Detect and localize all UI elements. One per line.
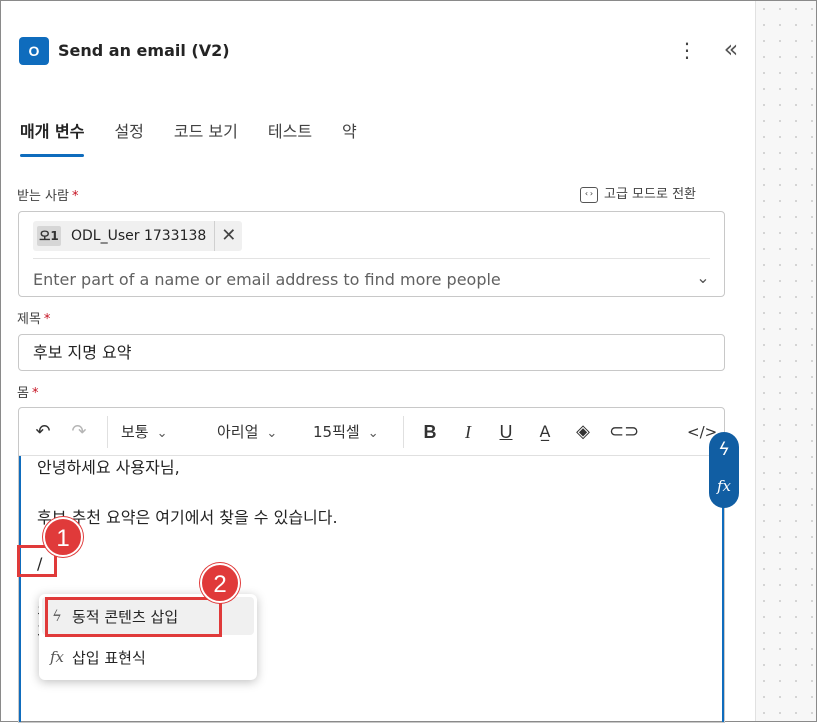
dynamic-content-toolbar: ϟ fx (709, 432, 739, 508)
tab-list: 매개 변수 설정 코드 보기 테스트 약 (20, 119, 357, 159)
recipient-chip: 오1 ODL_User 1733138 ✕ (33, 221, 243, 251)
underline-button[interactable]: U (493, 418, 519, 446)
advanced-mode-label: 고급 모드로 전환 (604, 187, 696, 202)
font-color-icon[interactable]: A̲ (531, 418, 559, 446)
toolbar-divider (403, 416, 404, 448)
people-search-input[interactable] (33, 267, 673, 291)
avatar: 오1 (37, 226, 61, 246)
body-field-label: 몸 * (17, 386, 39, 401)
editor-toolbar: ↶ ↷ 보통 ⌄ 아리얼 ⌄ 15픽셀 ⌄ B I U A̲ ◈ ⊂⊃ </> (19, 408, 724, 456)
undo-icon[interactable]: ↶ (29, 418, 57, 446)
collapse-double-chevron-icon[interactable]: « (719, 37, 743, 63)
remove-recipient-icon[interactable]: ✕ (214, 221, 242, 251)
subject-field-label: 제목 * (17, 312, 51, 327)
annotation-badge-2: 2 (200, 563, 240, 603)
subject-input[interactable]: 후보 지명 요약 (18, 334, 725, 371)
tab-code-view[interactable]: 코드 보기 (174, 119, 238, 159)
tab-settings[interactable]: 설정 (114, 119, 143, 159)
font-family-dropdown[interactable]: 아리얼 ⌄ (217, 419, 277, 445)
insert-expression-item[interactable]: fx 삽입 표현식 (42, 638, 254, 676)
body-line-summary: 후보 추천 요약은 여기에서 찾을 수 있습니다. (37, 508, 338, 527)
code-edit-icon: ‹› (580, 187, 598, 203)
divider (33, 258, 710, 259)
chevron-down-icon: ⌄ (156, 426, 168, 441)
action-title: Send an email (V2) (58, 41, 230, 60)
menu-item-label: 삽입 표현식 (72, 648, 146, 667)
chevron-down-icon: ⌄ (266, 426, 278, 441)
tab-about[interactable]: 약 (342, 119, 357, 159)
to-field-label: 받는 사람 * (17, 189, 79, 204)
tab-parameters[interactable]: 매개 변수 (20, 119, 85, 159)
advanced-mode-switch[interactable]: ‹› 고급 모드로 전환 (580, 185, 696, 205)
chevron-down-icon[interactable]: ⌄ (693, 267, 713, 289)
lightning-icon[interactable]: ϟ (709, 432, 739, 468)
annotation-badge-1: 1 (43, 517, 83, 557)
highlight-fill-icon[interactable]: ◈ (569, 418, 597, 446)
more-vertical-icon[interactable]: ⋮ (677, 39, 697, 63)
redo-icon[interactable]: ↷ (65, 418, 93, 446)
tab-testing[interactable]: 테스트 (268, 119, 312, 159)
fx-icon[interactable]: fx (709, 468, 739, 504)
to-people-picker: 오1 ODL_User 1733138 ✕ ⌄ (18, 211, 725, 297)
chevron-down-icon: ⌄ (367, 426, 379, 441)
paragraph-style-dropdown[interactable]: 보통 ⌄ (121, 419, 168, 445)
body-line-greeting: 안녕하세요 사용자님, (37, 458, 180, 477)
link-icon[interactable]: ⊂⊃ (609, 418, 639, 446)
recipient-name: ODL_User 1733138 (71, 228, 207, 244)
outlook-icon: O (19, 37, 49, 65)
body-content[interactable]: 안녕하세요 사용자님, 후보 추천 요약은 여기에서 찾을 수 있습니다. / … (19, 456, 724, 722)
annotation-box-2 (45, 597, 222, 637)
designer-canvas (755, 1, 816, 721)
fx-icon: fx (49, 648, 64, 666)
bold-button[interactable]: B (417, 418, 443, 446)
toolbar-divider (107, 416, 108, 448)
italic-button[interactable]: I (455, 418, 481, 446)
font-size-dropdown[interactable]: 15픽셀 ⌄ (313, 419, 379, 445)
